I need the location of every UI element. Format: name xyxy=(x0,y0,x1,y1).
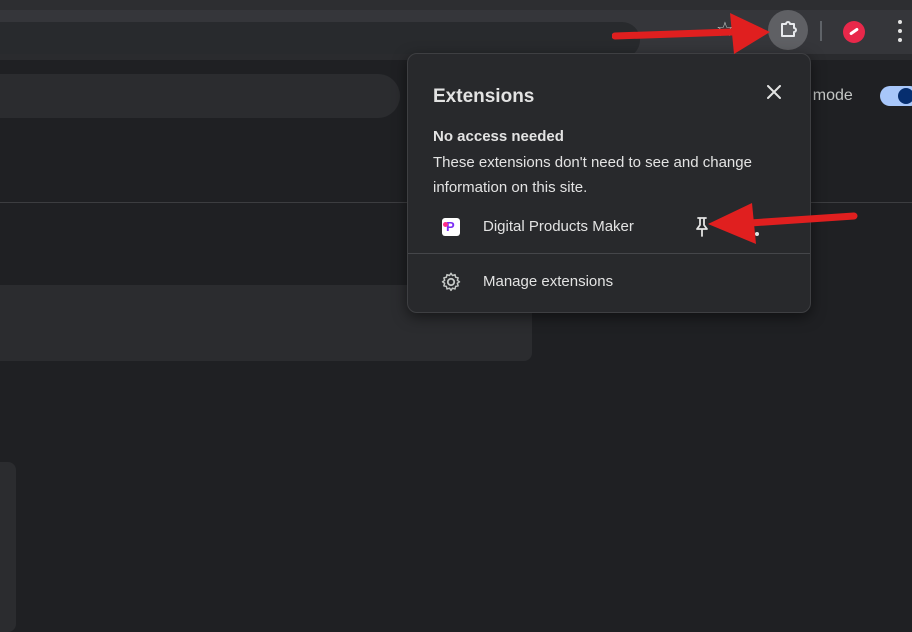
manage-extensions-label: Manage extensions xyxy=(483,273,614,290)
popup-divider xyxy=(408,253,810,254)
page-search-field[interactable] xyxy=(0,74,400,118)
extensions-button[interactable] xyxy=(768,10,808,50)
extension-name[interactable]: Digital Products Maker xyxy=(483,218,634,235)
extensions-popup: Extensions No access needed These extens… xyxy=(407,53,811,313)
profile-avatar[interactable] xyxy=(843,21,865,43)
mode-toggle[interactable] xyxy=(880,86,912,106)
puzzle-icon xyxy=(781,21,797,37)
manage-extensions-item[interactable]: Manage extensions xyxy=(408,266,810,298)
toolbar-separator xyxy=(820,21,822,41)
close-icon xyxy=(767,85,781,99)
section-title: No access needed xyxy=(433,128,564,145)
window-top-strip xyxy=(0,0,912,10)
annotation-arrow-pin xyxy=(708,203,858,244)
side-card xyxy=(0,462,16,632)
popup-title: Extensions xyxy=(433,86,535,107)
close-button[interactable] xyxy=(763,81,785,103)
section-description: These extensions don't need to see and c… xyxy=(433,154,752,196)
digital-products-maker-icon xyxy=(442,218,460,236)
annotation-arrow-toolbar xyxy=(612,13,770,54)
browser-menu-icon[interactable] xyxy=(893,20,907,42)
gear-icon xyxy=(441,272,461,292)
